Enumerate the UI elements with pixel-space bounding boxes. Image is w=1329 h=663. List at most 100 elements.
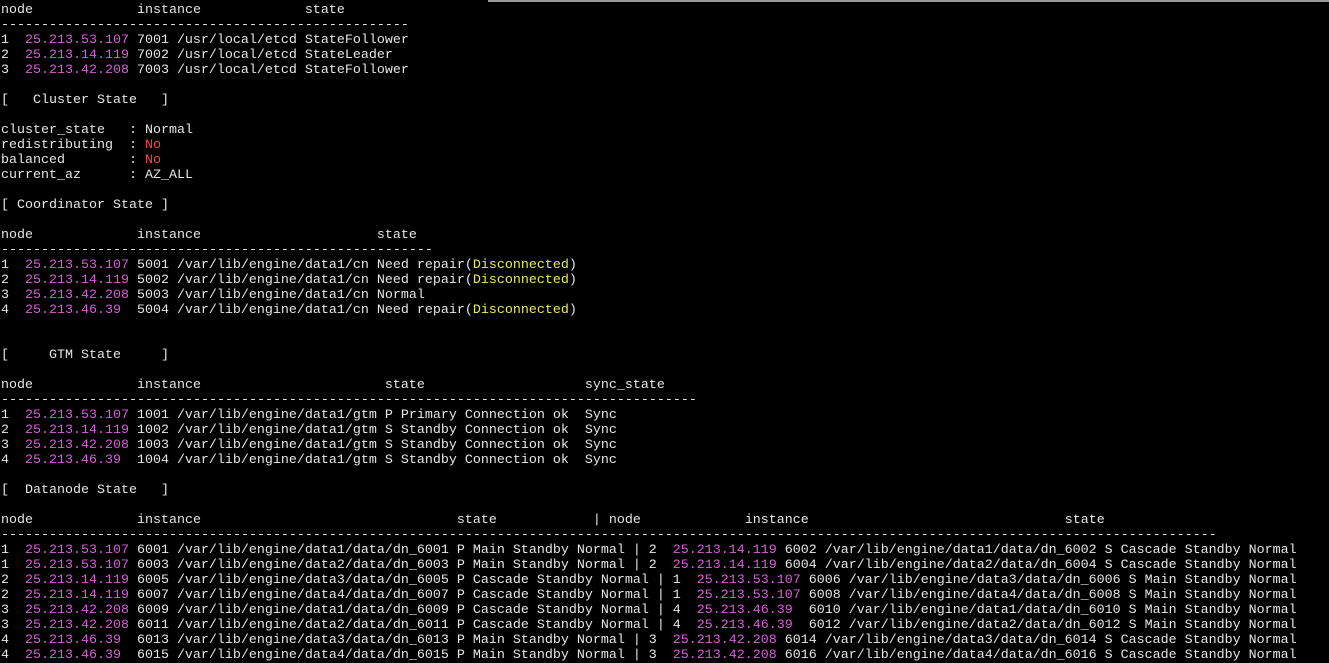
node-id: 4: [1, 648, 9, 663]
header-state: state: [304, 3, 345, 18]
node-id: 3: [1, 603, 9, 618]
instance-path: /var/lib/engine/data1/gtm: [176, 453, 377, 468]
row-divider: |: [656, 603, 665, 618]
instance-path: /var/lib/engine/data3/data/dn_6006: [848, 573, 1121, 588]
node-id: 1: [1, 543, 9, 558]
instance-path: /var/lib/engine/data4/data/dn_6016: [824, 648, 1097, 663]
instance-state: S Cascade Standby Normal: [1104, 648, 1297, 663]
node-id: 3: [1, 618, 9, 633]
separator-dashes: ----------------------------------------…: [1, 393, 697, 408]
instance-state: P Main Standby Normal: [456, 648, 625, 663]
item-delimiter: :: [128, 168, 137, 183]
item-value: Normal: [144, 123, 193, 138]
node-id: 3: [648, 648, 657, 663]
state-detail: Disconnected: [472, 273, 569, 288]
instance-path: /var/lib/engine/data3/data/dn_6014: [824, 633, 1097, 648]
datanode-state-title: [ Datanode State ]: [1, 483, 1297, 498]
node-ip: 25.213.14.119: [24, 423, 129, 438]
item-key: current_az: [1, 168, 81, 183]
terminal-output[interactable]: node instance state --------------------…: [1, 3, 1297, 663]
instance-path: /var/lib/engine/data1/gtm: [176, 423, 377, 438]
node-id: 4: [672, 618, 681, 633]
header-instance: instance: [136, 3, 201, 18]
datanode-row: 3 25.213.42.208 6011 /var/lib/engine/dat…: [1, 618, 1297, 633]
node-ip: 25.213.53.107: [696, 573, 801, 588]
node-ip: 25.213.42.208: [24, 288, 129, 303]
etcd-row: 1 25.213.53.107 7001 /usr/local/etcd Sta…: [1, 33, 1297, 48]
node-ip: 25.213.53.107: [24, 408, 129, 423]
bracket-open: (: [464, 273, 473, 288]
instance-path: /var/lib/engine/data3/data/dn_6005: [176, 573, 449, 588]
sync-state: Sync: [584, 408, 617, 423]
separator-dashes: ----------------------------------------…: [1, 243, 433, 258]
node-id: 2: [1, 273, 9, 288]
gtm-state-title: [ GTM State ]: [1, 348, 1297, 363]
instance-path: /var/lib/engine/data2/data/dn_6012: [848, 618, 1121, 633]
header-node: node: [1, 228, 33, 243]
instance-state: S Cascade Standby Normal: [1104, 633, 1297, 648]
header-state: state: [384, 378, 425, 393]
instance-state: S Standby Connection ok: [384, 453, 569, 468]
instance-path: /var/lib/engine/data2/data/dn_6011: [176, 618, 449, 633]
instance-path: /var/lib/engine/data2/data/dn_6004: [824, 558, 1097, 573]
node-id: 3: [1, 63, 9, 78]
instance-state: StateFollower: [304, 33, 409, 48]
instance-port: 6004: [784, 558, 817, 573]
instance-path: /var/lib/engine/data1/cn: [176, 288, 369, 303]
node-ip: 25.213.53.107: [24, 543, 129, 558]
node-id: 3: [648, 633, 657, 648]
node-ip: 25.213.46.39: [696, 603, 793, 618]
cluster-state-title: [ Cluster State ]: [1, 93, 1297, 108]
instance-port: 1002: [136, 423, 169, 438]
instance-port: 1003: [136, 438, 169, 453]
row-divider: |: [656, 588, 665, 603]
item-value: No: [144, 138, 161, 153]
instance-path: /var/lib/engine/data1/data/dn_6009: [176, 603, 449, 618]
instance-state: S Standby Connection ok: [384, 438, 569, 453]
instance-state: S Main Standby Normal: [1128, 603, 1297, 618]
coordinator-state-title: [ Coordinator State ]: [1, 198, 1297, 213]
gtm-row: 3 25.213.42.208 1003 /var/lib/engine/dat…: [1, 438, 1297, 453]
instance-state: StateFollower: [304, 63, 409, 78]
instance-path: /var/lib/engine/data2/data/dn_6003: [176, 558, 449, 573]
header-divider: |: [592, 513, 601, 528]
window-top-edge: [488, 0, 1329, 2]
instance-path: /var/lib/engine/data1/data/dn_6010: [848, 603, 1121, 618]
node-ip: 25.213.46.39: [24, 633, 121, 648]
instance-port: 5002: [136, 273, 169, 288]
node-ip: 25.213.46.39: [696, 618, 793, 633]
header-state: state: [376, 228, 417, 243]
etcd-row: 2 25.213.14.119 7002 /usr/local/etcd Sta…: [1, 48, 1297, 63]
bracket-close: ): [568, 273, 577, 288]
section-title: [ Datanode State ]: [1, 483, 169, 498]
header-sync-state: sync_state: [584, 378, 665, 393]
instance-port: 7002: [136, 48, 169, 63]
datanode-row: 3 25.213.42.208 6009 /var/lib/engine/dat…: [1, 603, 1297, 618]
coordinator-separator: ----------------------------------------…: [1, 243, 1297, 258]
node-id: 3: [1, 288, 9, 303]
datanode-row: 1 25.213.53.107 6003 /var/lib/engine/dat…: [1, 558, 1297, 573]
instance-state: S Main Standby Normal: [1128, 588, 1297, 603]
header-instance: instance: [136, 378, 201, 393]
node-id: 2: [1, 423, 9, 438]
instance-state: S Main Standby Normal: [1128, 618, 1297, 633]
instance-state: P Cascade Standby Normal: [456, 588, 649, 603]
bracket-close: ): [568, 258, 577, 273]
instance-state: P Main Standby Normal: [456, 633, 625, 648]
node-ip: 25.213.14.119: [24, 573, 129, 588]
instance-state: Normal: [376, 288, 425, 303]
etcd-header-row: node instance state: [1, 3, 1297, 18]
node-id: 1: [1, 558, 9, 573]
item-value: AZ_ALL: [144, 168, 193, 183]
sync-state: Sync: [584, 453, 617, 468]
section-title: [ GTM State ]: [1, 348, 169, 363]
instance-state: P Cascade Standby Normal: [456, 618, 649, 633]
gtm-row: 1 25.213.53.107 1001 /var/lib/engine/dat…: [1, 408, 1297, 423]
instance-port: 5001: [136, 258, 169, 273]
datanode-row: 1 25.213.53.107 6001 /var/lib/engine/dat…: [1, 543, 1297, 558]
node-id: 1: [672, 588, 681, 603]
